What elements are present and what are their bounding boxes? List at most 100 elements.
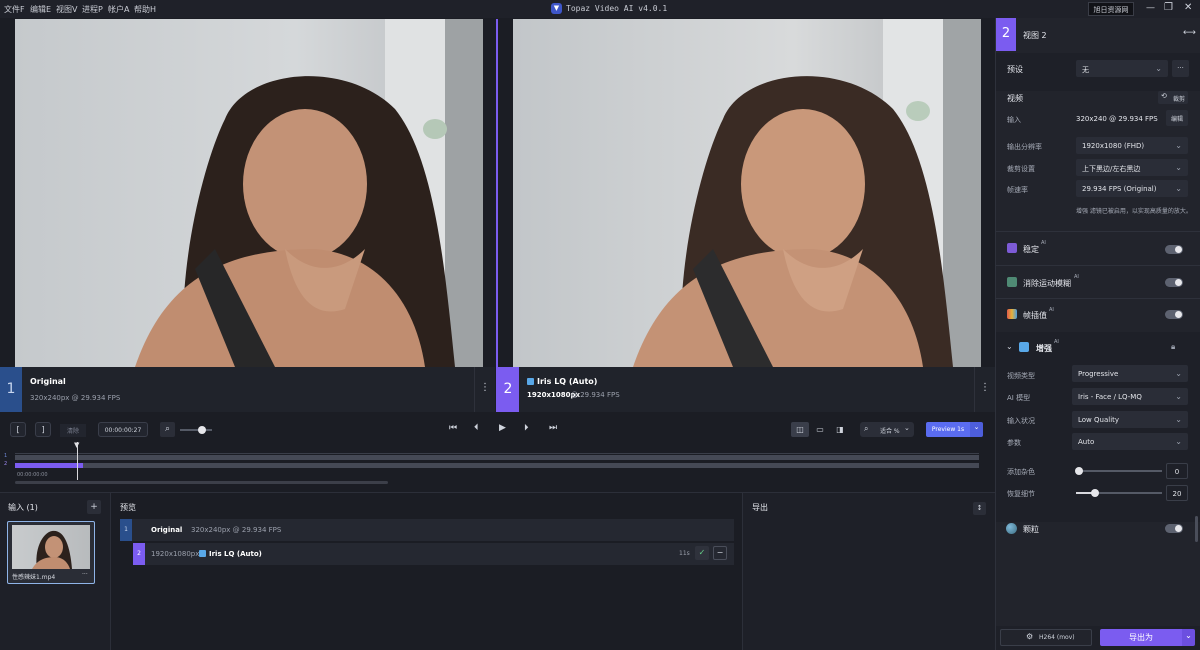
preview-row-2-res: 1920x1080px [151, 550, 200, 558]
frame-interpolation-toggle[interactable] [1165, 310, 1183, 319]
play-icon[interactable]: ▶ [499, 423, 506, 433]
mark-in-button[interactable]: [ [10, 422, 26, 437]
skip-end-icon[interactable]: ⏭ [549, 423, 557, 433]
sidebar-scrollbar[interactable] [1195, 516, 1198, 542]
side-by-side-view-icon[interactable]: ◫ [791, 422, 809, 437]
video-type-dropdown[interactable]: Progressive ⌄ [1072, 365, 1188, 382]
header-resource-button[interactable]: 旭日资源网 [1088, 2, 1134, 16]
add-input-button[interactable]: + [87, 500, 101, 514]
input-file-card[interactable]: 性感辣妹1.mp4 ··· [7, 521, 95, 584]
clear-button[interactable]: 清除 [60, 424, 86, 437]
frame-interpolation-ai-badge: AI [1049, 307, 1054, 313]
preview-accept-icon[interactable]: ✓ [695, 546, 709, 560]
export-panel-title: 导出 [752, 503, 768, 512]
input-file-thumbnail [12, 525, 90, 569]
minimize-icon[interactable]: — [1146, 3, 1155, 13]
expand-panel-icon[interactable]: ⟷ [1183, 28, 1196, 38]
add-noise-slider-track[interactable] [1076, 470, 1162, 472]
export-sort-icon[interactable]: ↕ [973, 502, 986, 515]
zoom-slider-knob[interactable] [198, 426, 206, 434]
menu-process[interactable]: 进程P [82, 4, 103, 15]
menu-account[interactable]: 帐户A [108, 4, 129, 15]
maximize-icon[interactable]: ❐ [1164, 2, 1173, 13]
preview-dropdown-icon[interactable]: ⌄ [970, 422, 983, 437]
ai-model-label: AI 模型 [1007, 394, 1031, 402]
edit-input-button[interactable]: 编辑 [1166, 110, 1188, 126]
preview-row-original[interactable]: 1 Original 320x240px @ 29.934 FPS [120, 519, 734, 541]
preset-label: 预设 [1007, 65, 1023, 74]
codec-settings-button[interactable]: ⚙ H264 (mov) [1000, 629, 1092, 646]
step-back-icon[interactable]: ⏴ [474, 423, 479, 433]
input-file-more-icon[interactable]: ··· [82, 571, 88, 578]
crop-setting-value: 上下黑边/左右黑边 [1082, 165, 1141, 173]
preset-more-icon[interactable]: ··· [1172, 60, 1189, 77]
timecode-field[interactable]: 00:00:00:27 [98, 422, 148, 437]
recover-detail-slider-knob[interactable] [1091, 489, 1099, 497]
left-view-info: 1 Original 320x240px @ 29.934 FPS ⋮ [0, 367, 495, 412]
video-type-label: 视频类型 [1007, 372, 1035, 380]
grain-toggle[interactable] [1165, 524, 1183, 533]
preview-row-enhanced[interactable]: 2 1920x1080px Iris LQ (Auto) 11s ✓ − [133, 543, 734, 565]
preview-panel: 预览 1 Original 320x240px @ 29.934 FPS 2 1… [111, 493, 742, 650]
zoom-slider-track[interactable] [180, 429, 212, 431]
single-view-icon[interactable]: ▭ [811, 422, 829, 437]
crop-button[interactable]: ⟲ 裁剪 [1158, 91, 1188, 104]
input-condition-dropdown[interactable]: Low Quality ⌄ [1072, 411, 1188, 428]
crop-setting-label: 裁剪设置 [1007, 165, 1035, 173]
right-view-more-icon[interactable]: ⋮ [974, 367, 995, 412]
mark-out-button[interactable]: ] [35, 422, 51, 437]
enhance-collapse-icon[interactable]: ⌄ [1006, 342, 1013, 351]
left-view-more-icon[interactable]: ⋮ [474, 367, 495, 412]
menu-help[interactable]: 帮助H [134, 4, 156, 15]
menu-view[interactable]: 视图V [56, 4, 77, 15]
skip-start-icon[interactable]: ⏮ [449, 423, 457, 433]
preset-dropdown[interactable]: 无 ⌄ [1076, 60, 1168, 77]
add-noise-value[interactable]: 0 [1166, 463, 1188, 479]
crop-setting-dropdown[interactable]: 上下黑边/左右黑边 ⌄ [1076, 159, 1188, 176]
iris-model-icon [199, 550, 206, 557]
output-resolution-value: 1920x1080 (FHD) [1082, 142, 1145, 150]
right-view-meta: @ 29.934 FPS [571, 391, 620, 399]
timeline-track-2[interactable] [15, 463, 979, 468]
playhead-handle-icon[interactable]: ▼ [74, 441, 79, 449]
parameters-dropdown[interactable]: Auto ⌄ [1072, 433, 1188, 450]
preview-row-1-meta: 320x240px @ 29.934 FPS [191, 526, 282, 534]
input-label: 输入 [1007, 116, 1021, 124]
zoom-search-icon[interactable]: ⌕ [160, 422, 175, 437]
step-forward-icon[interactable]: ⏵ [524, 423, 529, 433]
frame-rate-label: 帧速率 [1007, 186, 1028, 194]
output-resolution-dropdown[interactable]: 1920x1080 (FHD) ⌄ [1076, 137, 1188, 154]
menu-file[interactable]: 文件F [4, 4, 25, 15]
view-number-1[interactable]: 1 [0, 367, 22, 412]
settings-sidebar: 2 视图 2 ⟷ 预设 无 ⌄ ··· 视频 ⟲ 裁剪 输入 320x240 @ … [995, 18, 1200, 650]
close-icon[interactable]: ✕ [1184, 2, 1192, 13]
timeline-track-1[interactable] [15, 455, 979, 460]
timeline[interactable]: 1 2 00:00:00:00 ▼ [0, 441, 995, 490]
chevron-down-icon: ⌄ [1175, 163, 1182, 172]
preview-row-1-number: 1 [120, 519, 132, 541]
export-dropdown-icon[interactable]: ⌄ [1182, 629, 1195, 646]
chevron-down-icon: ⌄ [904, 424, 910, 432]
ai-model-value: Iris - Face / LQ-MQ [1078, 393, 1142, 401]
lock-icon[interactable]: 🔒︎ [1171, 342, 1175, 352]
preview-remove-icon[interactable]: − [713, 546, 727, 560]
fit-zoom-dropdown[interactable]: ⌕ 适合 % ⌄ [860, 422, 914, 437]
preset-value: 无 [1082, 66, 1089, 74]
export-as-button[interactable]: 导出为 [1100, 629, 1182, 646]
video-type-value: Progressive [1078, 370, 1119, 378]
split-view-icon[interactable]: ◨ [831, 422, 849, 437]
recover-detail-value[interactable]: 20 [1166, 485, 1188, 501]
motion-deblur-toggle[interactable] [1165, 278, 1183, 287]
menu-edit[interactable]: 编辑E [30, 4, 51, 15]
stabilize-toggle[interactable] [1165, 245, 1183, 254]
preview-button[interactable]: Preview 1s [926, 422, 970, 437]
grain-label: 颗粒 [1023, 525, 1039, 534]
timeline-scrollbar[interactable] [15, 481, 388, 484]
add-noise-slider-knob[interactable] [1075, 467, 1083, 475]
ai-model-dropdown[interactable]: Iris - Face / LQ-MQ ⌄ [1072, 388, 1188, 405]
left-view-title: Original [30, 377, 66, 386]
fit-zoom-label: 适合 % [880, 428, 900, 435]
output-resolution-label: 输出分辨率 [1007, 143, 1042, 151]
frame-rate-dropdown[interactable]: 29.934 FPS (Original) ⌄ [1076, 180, 1188, 197]
view-number-2[interactable]: 2 [497, 367, 519, 412]
